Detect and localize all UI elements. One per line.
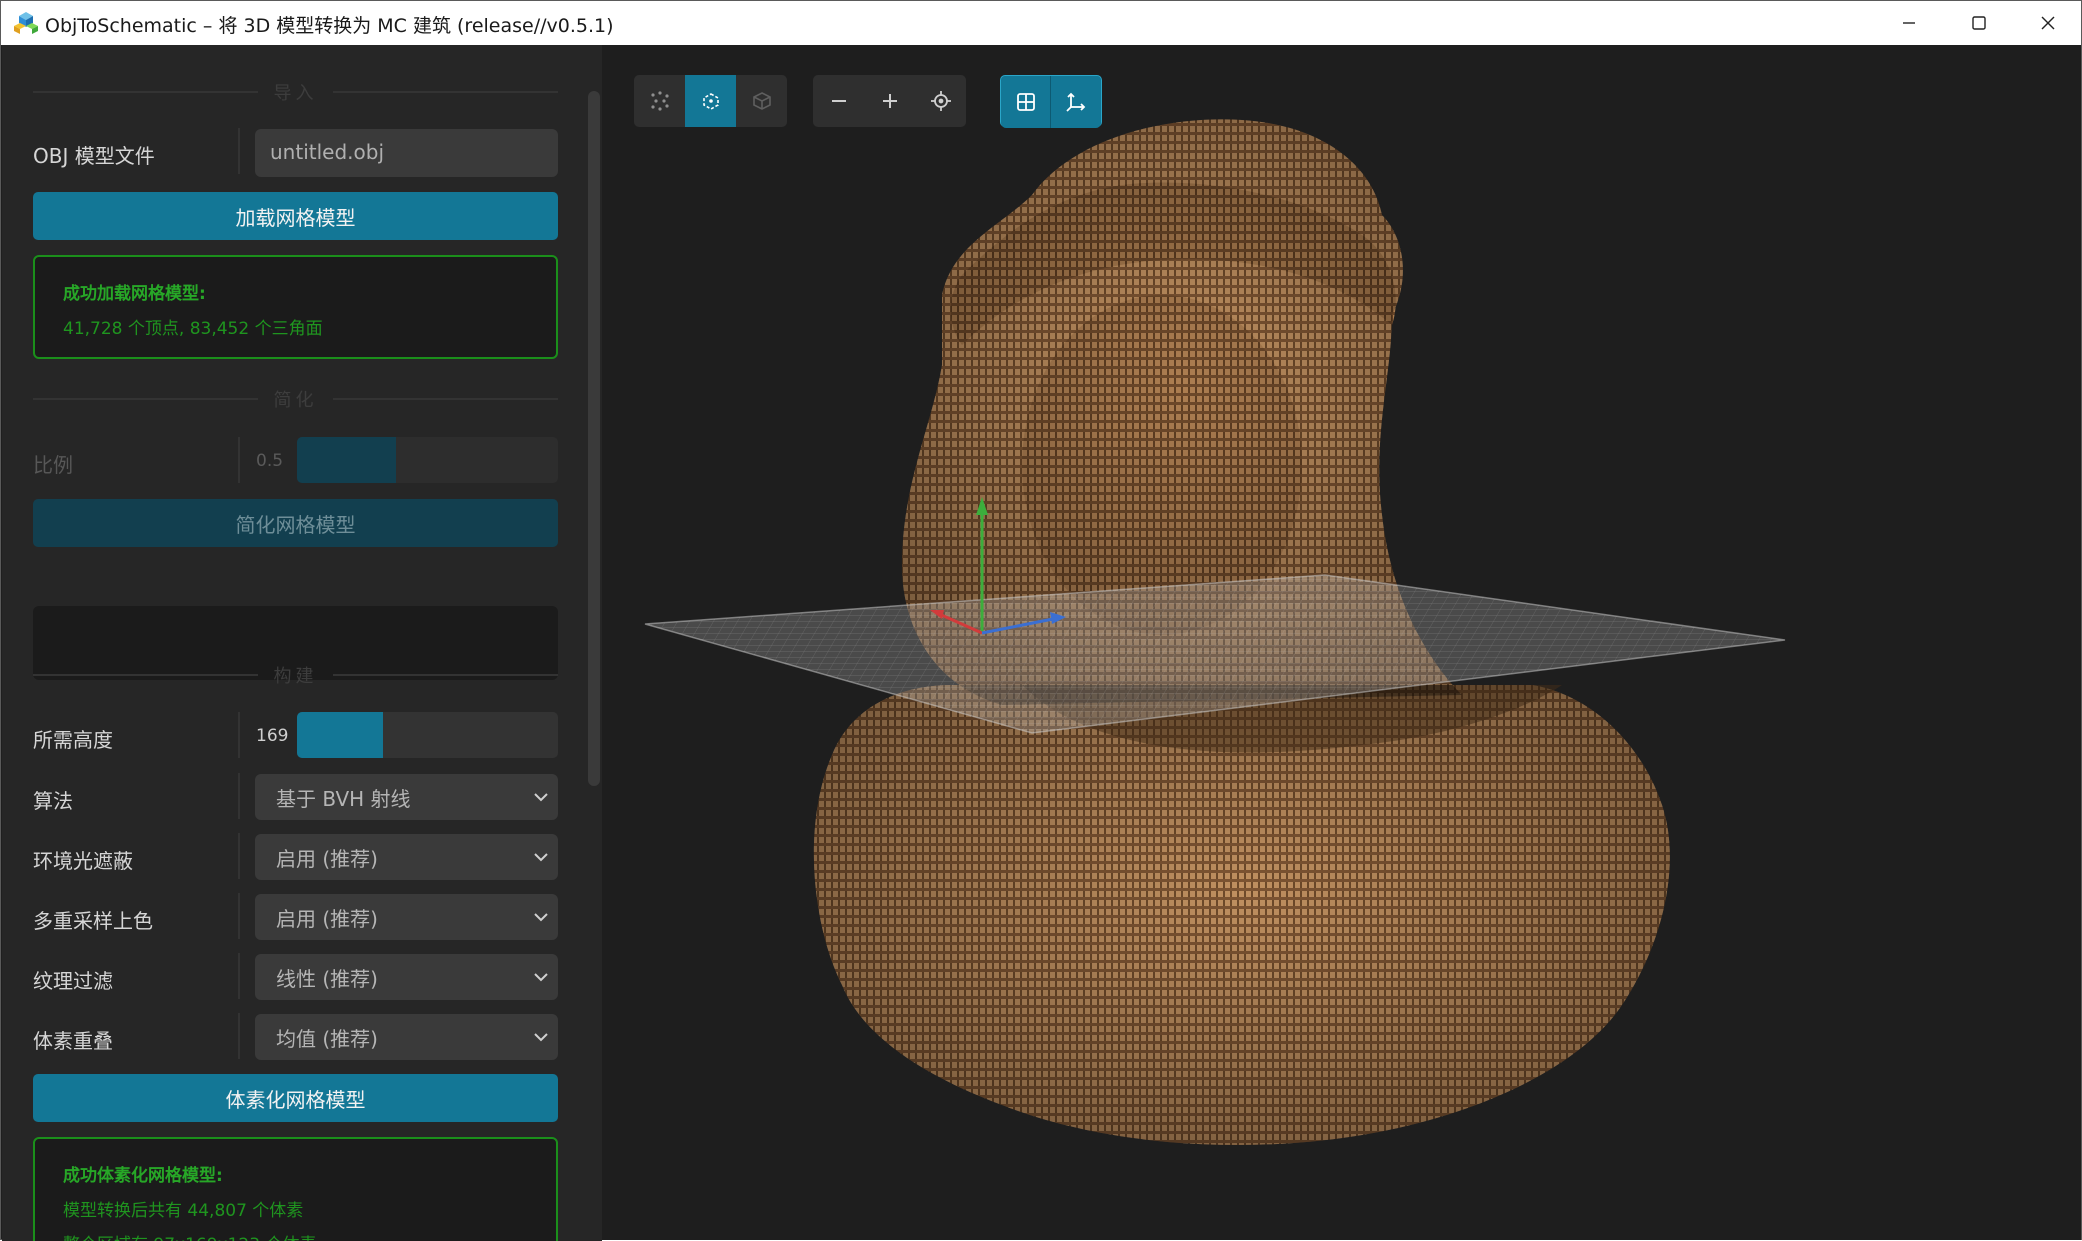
voxel-overlap-selected: 均值 (推荐) xyxy=(276,1027,378,1051)
ambient-occlusion-selected: 启用 (推荐) xyxy=(276,847,378,871)
voxel-overlap-select[interactable]: 均值 (推荐) xyxy=(255,1014,558,1060)
window-title: ObjToSchematic – 将 3D 模型转换为 MC 建筑 (relea… xyxy=(45,15,614,37)
cube-icon xyxy=(752,92,771,110)
point-cloud-button[interactable] xyxy=(634,75,685,127)
obj-file-label: OBJ 模型文件 xyxy=(33,144,155,168)
grid-icon xyxy=(1016,93,1035,111)
section-divider-simplify: 简化 xyxy=(33,384,558,414)
recenter-button[interactable] xyxy=(915,75,966,127)
voxelise-status-line: 整个区域有 97x169x123 个体素 xyxy=(63,1230,528,1241)
simplify-mesh-button[interactable]: 简化网格模型 xyxy=(33,499,558,547)
chevron-down-icon xyxy=(534,853,548,862)
close-icon xyxy=(2041,16,2055,30)
chevron-down-icon xyxy=(534,913,548,922)
ratio-label: 比例 xyxy=(33,453,73,477)
zoom-in-button[interactable] xyxy=(864,75,915,127)
title-bar: ObjToSchematic – 将 3D 模型转换为 MC 建筑 (relea… xyxy=(1,1,2081,45)
multisample-selected: 启用 (推荐) xyxy=(276,907,378,931)
voxel-mesh-icon xyxy=(702,93,719,110)
multisample-select[interactable]: 启用 (推荐) xyxy=(255,894,558,940)
voxelise-status-title: 成功体素化网格模型: xyxy=(63,1166,223,1186)
axes-icon xyxy=(1066,92,1086,112)
row-separator xyxy=(238,773,240,819)
axes-toggle-button[interactable] xyxy=(1051,76,1101,128)
cube-render-button[interactable] xyxy=(736,75,787,127)
section-divider-import: 导入 xyxy=(33,77,558,107)
row-separator xyxy=(238,833,240,879)
row-separator xyxy=(238,1013,240,1059)
voxelise-mesh-button[interactable]: 体素化网格模型 xyxy=(33,1074,558,1122)
ratio-value: 0.5 xyxy=(256,451,284,471)
ratio-slider-fill xyxy=(297,437,397,483)
maximize-button[interactable] xyxy=(1944,1,2014,45)
height-value: 169 xyxy=(256,726,289,746)
row-separator xyxy=(238,953,240,999)
minimize-button[interactable] xyxy=(1874,1,1944,45)
algorithm-selected: 基于 BVH 射线 xyxy=(276,787,411,811)
algorithm-select[interactable]: 基于 BVH 射线 xyxy=(255,774,558,820)
load-mesh-button[interactable]: 加载网格模型 xyxy=(33,192,558,240)
zoom-out-icon xyxy=(831,100,846,102)
height-slider-fill xyxy=(297,712,384,758)
chevron-down-icon xyxy=(534,793,548,802)
close-button[interactable] xyxy=(2013,1,2082,45)
scene-canvas[interactable] xyxy=(602,45,2081,1240)
row-separator xyxy=(238,437,240,483)
render-viewport[interactable] xyxy=(602,45,2081,1240)
section-title-import: 导入 xyxy=(273,83,318,104)
zoom-toolbar xyxy=(813,75,966,127)
recenter-icon xyxy=(930,91,951,111)
chevron-down-icon xyxy=(534,1033,548,1042)
height-label: 所需高度 xyxy=(33,728,113,752)
app-window: ObjToSchematic – 将 3D 模型转换为 MC 建筑 (relea… xyxy=(0,0,2082,1241)
point-cloud-icon xyxy=(650,91,669,111)
load-status-title: 成功加载网格模型: xyxy=(63,284,206,304)
voxel-overlap-label: 体素重叠 xyxy=(33,1029,113,1053)
ambient-occlusion-label: 环境光遮蔽 xyxy=(33,849,133,873)
obj-file-input[interactable]: untitled.obj xyxy=(255,129,558,177)
voxelise-status-line: 模型转换后共有 44,807 个体素 xyxy=(63,1201,304,1221)
zoom-out-button[interactable] xyxy=(813,75,864,127)
ratio-slider[interactable] xyxy=(297,437,558,483)
row-separator xyxy=(238,893,240,939)
texture-filter-selected: 线性 (推荐) xyxy=(276,967,378,991)
grid-toggle-button[interactable] xyxy=(1001,76,1051,128)
multisample-label: 多重采样上色 xyxy=(33,909,153,933)
section-title-build: 构建 xyxy=(273,666,318,687)
height-slider[interactable] xyxy=(297,712,558,758)
overlay-toggle-toolbar xyxy=(1000,75,1102,128)
texture-filter-label: 纹理过滤 xyxy=(33,969,113,993)
voxel-mesh-button[interactable] xyxy=(685,75,736,127)
section-title-simplify: 简化 xyxy=(273,390,318,411)
section-divider-build: 构建 xyxy=(33,660,558,690)
load-status-line: 41,728 个顶点, 83,452 个三角面 xyxy=(63,319,323,339)
row-separator xyxy=(238,128,240,174)
maximize-icon xyxy=(1972,16,1986,30)
load-status-box: 成功加载网格模型: 41,728 个顶点, 83,452 个三角面 xyxy=(33,255,558,359)
chevron-down-icon xyxy=(534,973,548,982)
render-mode-toolbar xyxy=(634,75,787,127)
sidebar: 导入 OBJ 模型文件 untitled.obj 加载网格模型 成功加载网格模型… xyxy=(2,45,602,1241)
texture-filter-select[interactable]: 线性 (推荐) xyxy=(255,954,558,1000)
zoom-in-icon xyxy=(882,94,897,108)
ambient-occlusion-select[interactable]: 启用 (推荐) xyxy=(255,834,558,880)
algorithm-label: 算法 xyxy=(33,789,73,813)
app-logo-icon xyxy=(14,12,38,34)
sidebar-scrollbar[interactable] xyxy=(588,91,600,786)
minimize-icon xyxy=(1903,22,1915,24)
row-separator xyxy=(238,712,240,758)
voxelise-status-box: 成功体素化网格模型: 模型转换后共有 44,807 个体素 整个区域有 97x1… xyxy=(33,1137,558,1241)
ground-grid xyxy=(644,574,1786,734)
